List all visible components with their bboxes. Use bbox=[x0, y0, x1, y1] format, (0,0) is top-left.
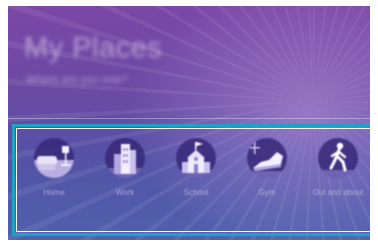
work-icon bbox=[105, 138, 145, 178]
my-places-screen: My Places Where are you now? Home Work S… bbox=[8, 6, 370, 240]
place-out-and-about[interactable]: Out and about bbox=[303, 138, 370, 228]
home-icon bbox=[34, 138, 74, 178]
header: My Places Where are you now? bbox=[8, 6, 370, 118]
place-work[interactable]: Work bbox=[90, 138, 160, 228]
divider bbox=[8, 118, 370, 119]
place-label-gym: Gym bbox=[258, 188, 276, 197]
school-icon bbox=[176, 138, 216, 178]
place-label-school: School bbox=[183, 188, 209, 197]
place-gym[interactable]: Gym bbox=[232, 138, 302, 228]
place-home[interactable]: Home bbox=[19, 138, 89, 228]
page-title: My Places bbox=[24, 32, 163, 64]
page-subtitle: Where are you now? bbox=[26, 74, 128, 86]
place-label-work: Work bbox=[115, 188, 135, 197]
place-school[interactable]: School bbox=[161, 138, 231, 228]
gym-icon bbox=[247, 138, 287, 178]
place-label-home: Home bbox=[43, 188, 65, 197]
places-row: Home Work School Gym Out and about bbox=[12, 124, 370, 236]
place-label-out-and-about: Out and about bbox=[312, 188, 364, 197]
walking-icon bbox=[318, 138, 358, 178]
